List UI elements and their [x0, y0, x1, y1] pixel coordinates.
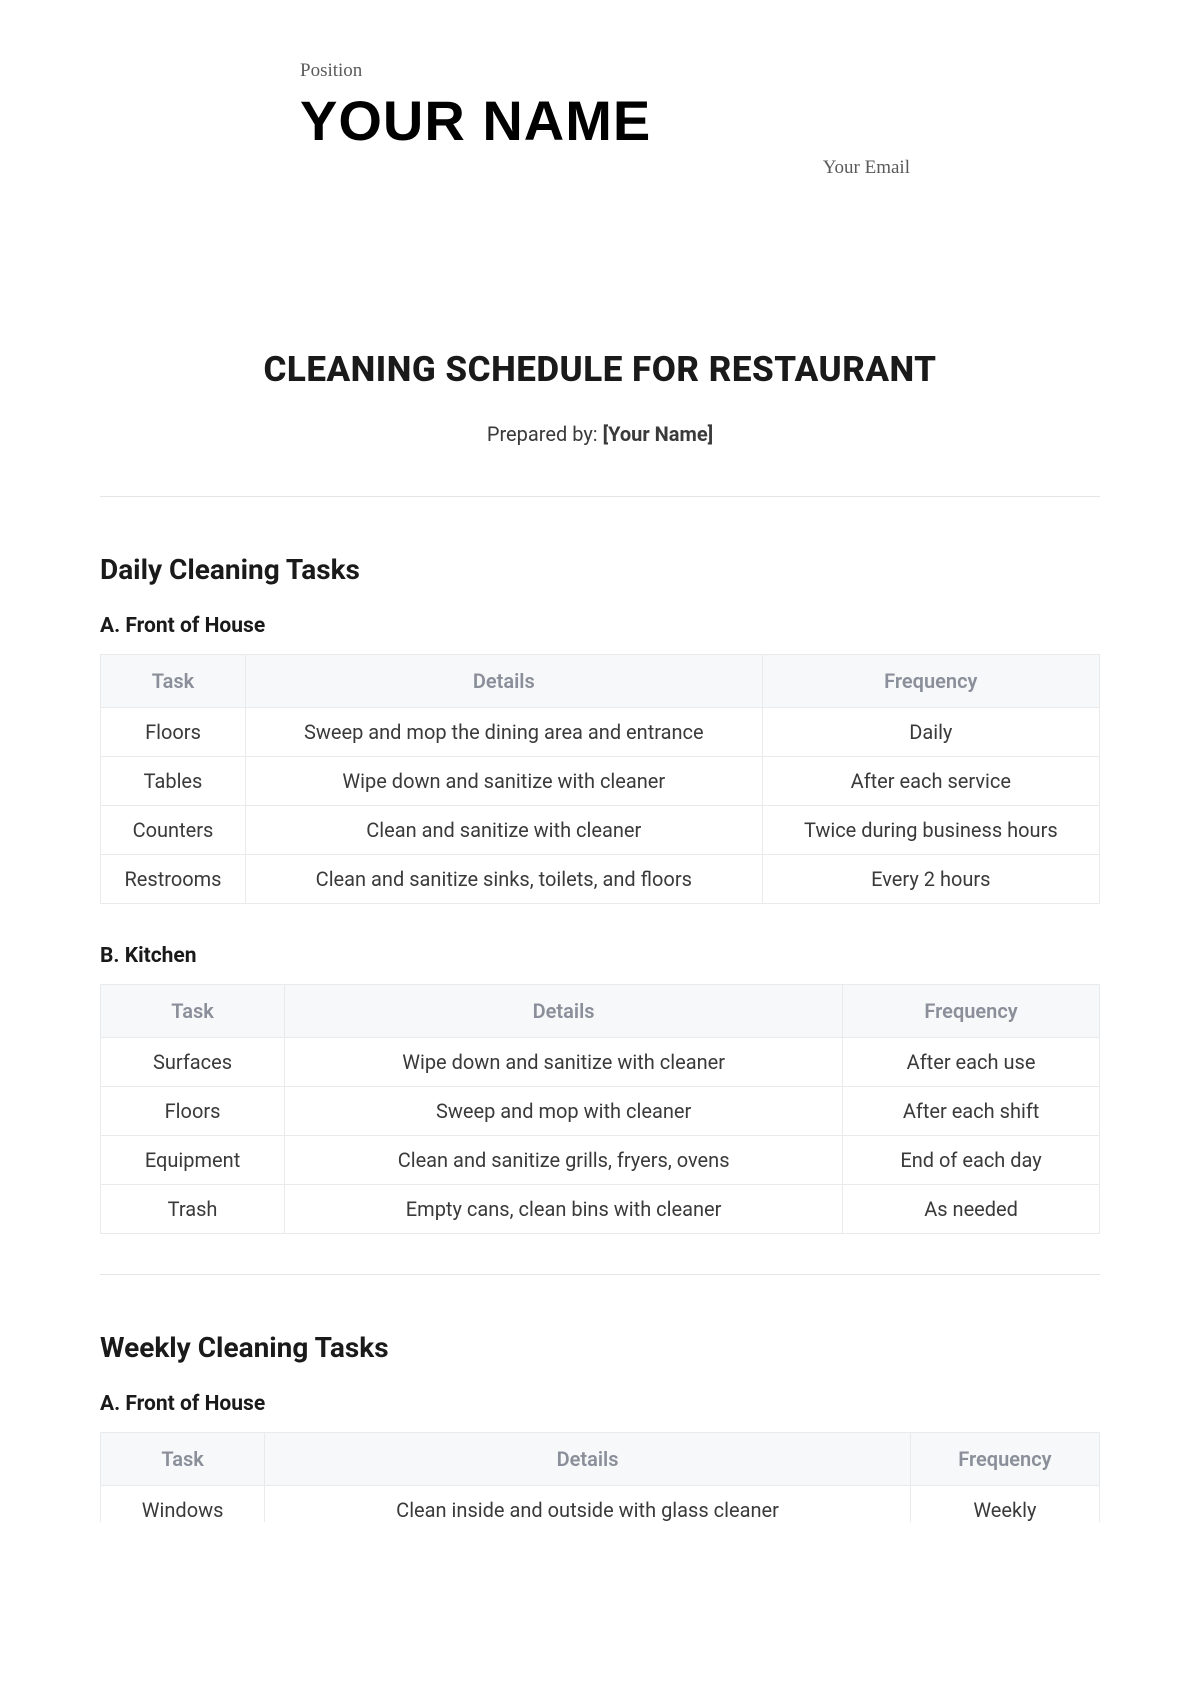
- cell-frequency: Twice during business hours: [762, 806, 1099, 855]
- table-row: Counters Clean and sanitize with cleaner…: [101, 806, 1100, 855]
- cell-task: Windows: [101, 1486, 265, 1523]
- cell-frequency: After each use: [843, 1038, 1100, 1087]
- table-row: Floors Sweep and mop the dining area and…: [101, 708, 1100, 757]
- table-daily-kitchen: Task Details Frequency Surfaces Wipe dow…: [100, 984, 1100, 1234]
- section-heading-weekly: Weekly Cleaning Tasks: [100, 1331, 1100, 1364]
- cell-details: Empty cans, clean bins with cleaner: [285, 1185, 843, 1234]
- cell-frequency: End of each day: [843, 1136, 1100, 1185]
- table-row: Windows Clean inside and outside with gl…: [101, 1486, 1100, 1523]
- table-daily-front: Task Details Frequency Floors Sweep and …: [100, 654, 1100, 904]
- document-title: CLEANING SCHEDULE FOR RESTAURANT: [100, 349, 1100, 390]
- table-weekly-front: Task Details Frequency Windows Clean ins…: [100, 1432, 1100, 1522]
- cell-task: Tables: [101, 757, 246, 806]
- cell-frequency: Daily: [762, 708, 1099, 757]
- cell-frequency: Weekly: [910, 1486, 1099, 1523]
- col-frequency: Frequency: [910, 1433, 1099, 1486]
- cell-frequency: As needed: [843, 1185, 1100, 1234]
- col-details: Details: [265, 1433, 911, 1486]
- document-header: Position YOUR NAME Your Email: [300, 60, 1100, 179]
- cell-task: Counters: [101, 806, 246, 855]
- cell-task: Equipment: [101, 1136, 285, 1185]
- cell-details: Wipe down and sanitize with cleaner: [245, 757, 762, 806]
- cell-task: Floors: [101, 708, 246, 757]
- divider: [100, 1274, 1100, 1275]
- cell-frequency: Every 2 hours: [762, 855, 1099, 904]
- table-row: Restrooms Clean and sanitize sinks, toil…: [101, 855, 1100, 904]
- name-title: YOUR NAME: [300, 88, 1100, 153]
- cell-details: Sweep and mop the dining area and entran…: [245, 708, 762, 757]
- cell-details: Wipe down and sanitize with cleaner: [285, 1038, 843, 1087]
- prepared-by-line: Prepared by: [Your Name]: [100, 422, 1100, 446]
- col-task: Task: [101, 1433, 265, 1486]
- cell-task: Floors: [101, 1087, 285, 1136]
- col-task: Task: [101, 985, 285, 1038]
- cell-frequency: After each service: [762, 757, 1099, 806]
- table-row: Floors Sweep and mop with cleaner After …: [101, 1087, 1100, 1136]
- table-header-row: Task Details Frequency: [101, 655, 1100, 708]
- cutoff-region: Task Details Frequency Windows Clean ins…: [100, 1432, 1100, 1522]
- cell-task: Restrooms: [101, 855, 246, 904]
- cell-frequency: After each shift: [843, 1087, 1100, 1136]
- col-frequency: Frequency: [762, 655, 1099, 708]
- col-details: Details: [245, 655, 762, 708]
- table-row: Tables Wipe down and sanitize with clean…: [101, 757, 1100, 806]
- prepared-by-label: Prepared by:: [487, 422, 603, 446]
- table-header-row: Task Details Frequency: [101, 1433, 1100, 1486]
- position-label: Position: [300, 60, 1100, 82]
- table-row: Trash Empty cans, clean bins with cleane…: [101, 1185, 1100, 1234]
- cell-task: Surfaces: [101, 1038, 285, 1087]
- cell-details: Sweep and mop with cleaner: [285, 1087, 843, 1136]
- table-row: Surfaces Wipe down and sanitize with cle…: [101, 1038, 1100, 1087]
- email-label: Your Email: [300, 157, 1100, 179]
- cell-details: Clean and sanitize with cleaner: [245, 806, 762, 855]
- table-header-row: Task Details Frequency: [101, 985, 1100, 1038]
- col-frequency: Frequency: [843, 985, 1100, 1038]
- prepared-by-value: [Your Name]: [603, 422, 714, 446]
- cell-details: Clean and sanitize sinks, toilets, and f…: [245, 855, 762, 904]
- cell-task: Trash: [101, 1185, 285, 1234]
- divider: [100, 496, 1100, 497]
- col-details: Details: [285, 985, 843, 1038]
- col-task: Task: [101, 655, 246, 708]
- table-row: Equipment Clean and sanitize grills, fry…: [101, 1136, 1100, 1185]
- cell-details: Clean inside and outside with glass clea…: [265, 1486, 911, 1523]
- section-heading-daily: Daily Cleaning Tasks: [100, 553, 1100, 586]
- subsection-heading-daily-front: A. Front of House: [100, 614, 1100, 638]
- cell-details: Clean and sanitize grills, fryers, ovens: [285, 1136, 843, 1185]
- subsection-heading-daily-kitchen: B. Kitchen: [100, 944, 1100, 968]
- subsection-heading-weekly-front: A. Front of House: [100, 1392, 1100, 1416]
